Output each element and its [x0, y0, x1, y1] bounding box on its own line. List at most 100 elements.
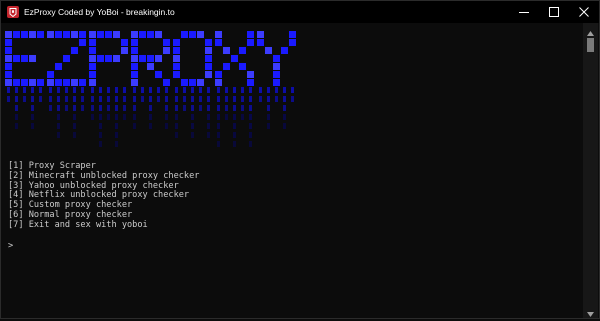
minimize-button[interactable] [509, 1, 539, 23]
banner-pixel [31, 114, 34, 120]
banner-pixel [21, 79, 28, 86]
maximize-icon [549, 7, 559, 17]
banner-pixel [147, 63, 154, 70]
window-title: EzProxy Coded by YoBoi - breakingin.to [24, 7, 175, 17]
banner-pixel [267, 114, 270, 120]
banner-pixel [165, 123, 168, 129]
banner-pixel [99, 123, 102, 129]
banner-pixel [259, 96, 262, 102]
menu-list: [1] Proxy Scraper [2] Minecraft unblocked… [8, 161, 199, 231]
banner-pixel [149, 96, 152, 102]
banner-pixel [191, 96, 194, 102]
banner-pixel [89, 63, 96, 70]
banner-pixel [7, 96, 10, 102]
banner-pixel [205, 63, 212, 70]
banner-pixel [165, 114, 168, 120]
banner-pixel [13, 55, 20, 62]
banner-pixel [217, 141, 220, 147]
banner-pixel [115, 123, 118, 129]
banner-pixel [31, 123, 34, 129]
banner-pixel [165, 96, 168, 102]
banner-pixel [241, 105, 244, 111]
banner-pixel [275, 87, 278, 93]
banner-pixel [223, 63, 230, 70]
banner-pixel [283, 114, 286, 120]
banner-pixel [23, 87, 26, 93]
banner-pixel [157, 96, 160, 102]
banner-pixel [283, 123, 286, 129]
banner-pixel [215, 31, 222, 38]
banner-pixel [89, 31, 96, 38]
banner-pixel [173, 47, 180, 54]
banner-pixel [79, 79, 86, 86]
banner-pixel [15, 96, 18, 102]
banner-pixel [233, 141, 236, 147]
banner-pixel [233, 87, 236, 93]
banner-pixel [247, 31, 254, 38]
banner-pixel [215, 79, 222, 86]
banner-pixel [225, 96, 228, 102]
banner-pixel [207, 114, 210, 120]
banner-pixel [273, 63, 280, 70]
banner-pixel [289, 31, 296, 38]
banner-pixel [217, 105, 220, 111]
prompt-symbol: > [8, 241, 14, 251]
banner-pixel [257, 39, 264, 46]
banner-pixel [149, 105, 152, 111]
banner-pixel [5, 71, 12, 78]
banner-pixel [5, 39, 12, 46]
banner-pixel [131, 63, 138, 70]
banner-pixel [113, 31, 120, 38]
scroll-up-button[interactable] [583, 23, 598, 37]
banner-pixel [81, 105, 84, 111]
banner-pixel [207, 132, 210, 138]
banner-pixel [217, 123, 220, 129]
banner-pixel [73, 105, 76, 111]
banner-pixel [115, 141, 118, 147]
banner-pixel [79, 31, 86, 38]
banner-pixel [5, 63, 12, 70]
menu-item: [7] Exit and sex with yoboi [8, 219, 148, 230]
banner-pixel [215, 71, 222, 78]
ascii-banner [5, 31, 296, 147]
banner-pixel [173, 71, 180, 78]
scroll-thumb[interactable] [587, 38, 594, 52]
banner-pixel [133, 96, 136, 102]
banner-pixel [155, 55, 162, 62]
banner-pixel [149, 114, 152, 120]
banner-pixel [107, 114, 110, 120]
banner-pixel [97, 55, 104, 62]
scroll-down-button[interactable] [583, 304, 598, 318]
banner-pixel [81, 87, 84, 93]
banner-pixel [147, 31, 154, 38]
banner-pixel [205, 39, 212, 46]
banner-pixel [99, 87, 102, 93]
title-bar[interactable]: EzProxy Coded by YoBoi - breakingin.to [1, 1, 599, 23]
banner-pixel [175, 87, 178, 93]
banner-pixel [57, 87, 60, 93]
maximize-button[interactable] [539, 1, 569, 23]
banner-pixel [133, 114, 136, 120]
banner-pixel [249, 114, 252, 120]
banner-pixel [5, 79, 12, 86]
banner-pixel [283, 87, 286, 93]
banner-pixel [55, 31, 62, 38]
banner-pixel [215, 39, 222, 46]
command-prompt[interactable]: > [8, 241, 13, 251]
banner-pixel [197, 79, 204, 86]
banner-pixel [31, 105, 34, 111]
banner-pixel [157, 87, 160, 93]
banner-pixel [275, 96, 278, 102]
banner-pixel [239, 63, 246, 70]
banner-pixel [289, 39, 296, 46]
banner-pixel [191, 123, 194, 129]
console-output[interactable]: [1] Proxy Scraper [2] Minecraft unblocked… [1, 23, 585, 318]
banner-pixel [47, 71, 54, 78]
banner-pixel [291, 87, 294, 93]
app-logo-icon[interactable] [7, 6, 19, 18]
banner-pixel [175, 132, 178, 138]
banner-pixel [97, 31, 104, 38]
close-button[interactable] [569, 1, 599, 23]
vertical-scrollbar[interactable] [583, 23, 598, 318]
banner-pixel [225, 87, 228, 93]
